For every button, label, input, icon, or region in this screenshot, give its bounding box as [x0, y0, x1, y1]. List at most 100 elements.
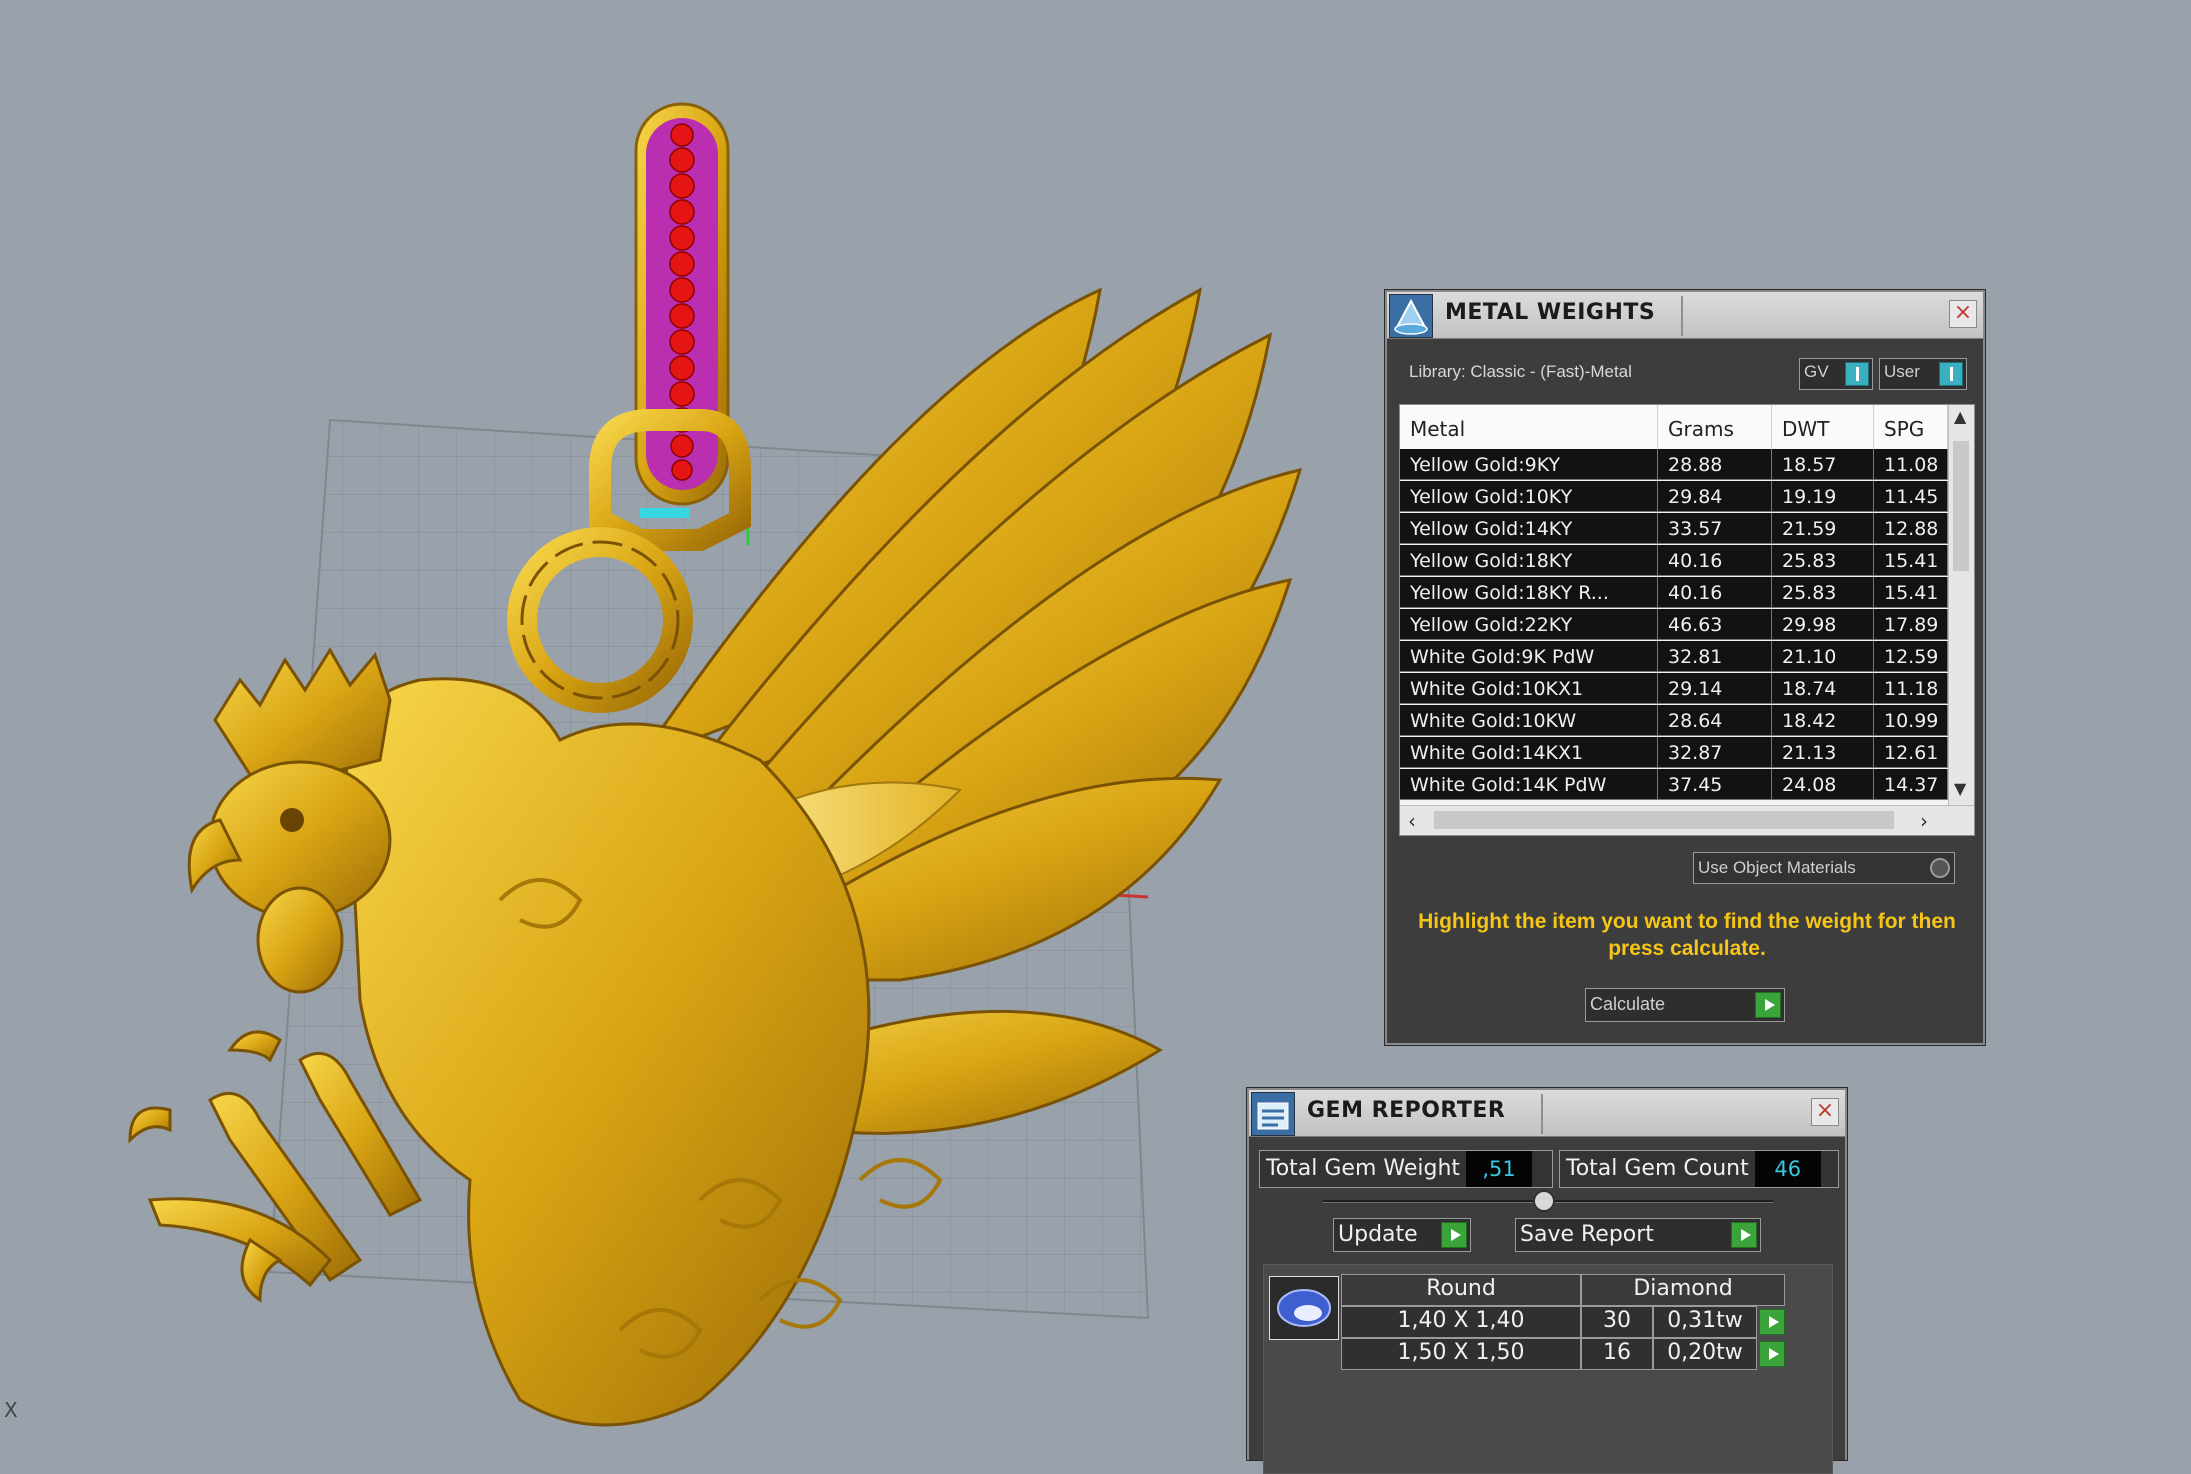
dwt-cell: 25.83	[1772, 577, 1874, 607]
user-toggle-label: User	[1884, 362, 1920, 381]
table-row[interactable]: Yellow Gold:18KY 40.16 25.83 15.41	[1400, 545, 1948, 576]
grams-cell: 37.45	[1658, 769, 1772, 799]
gem-reporter-titlebar[interactable]: GEM REPORTER ×	[1249, 1090, 1845, 1137]
gv-toggle[interactable]: GV	[1799, 358, 1873, 390]
dwt-cell: 24.08	[1772, 769, 1874, 799]
gem-count-cell: 30	[1581, 1306, 1653, 1338]
gv-toggle-knob-icon	[1845, 362, 1869, 386]
gem-count-cell: 16	[1581, 1338, 1653, 1370]
table-row[interactable]: White Gold:10KW 28.64 18.42 10.99	[1400, 705, 1948, 736]
metal-cell: Yellow Gold:14KY	[1400, 513, 1658, 543]
axis-x-label: X	[4, 1398, 18, 1422]
spg-cell: 12.88	[1874, 513, 1948, 543]
total-gem-count-value: 46	[1754, 1151, 1821, 1187]
table-row[interactable]: White Gold:14KX1 32.87 21.13 12.61	[1400, 737, 1948, 768]
spg-cell: 15.41	[1874, 545, 1948, 575]
metal-cell: Yellow Gold:10KY	[1400, 481, 1658, 511]
gem-reporter-panel: GEM REPORTER × Total Gem Weight ,51 Tota…	[1247, 1088, 1847, 1474]
metal-cell: White Gold:10KW	[1400, 705, 1658, 735]
use-object-materials-option[interactable]: Use Object Materials	[1693, 852, 1955, 884]
vertical-scroll-thumb[interactable]	[1953, 441, 1969, 571]
metal-weights-table[interactable]: Metal Grams DWT SPG Yellow Gold:9KY 28.8…	[1399, 404, 1975, 836]
grams-cell: 28.64	[1658, 705, 1772, 735]
dwt-cell: 19.19	[1772, 481, 1874, 511]
metal-weights-panel: METAL WEIGHTS × Library: Classic - (Fast…	[1385, 290, 1985, 1045]
grams-cell: 40.16	[1658, 545, 1772, 575]
grams-cell: 29.84	[1658, 481, 1772, 511]
table-row[interactable]: Yellow Gold:18KY R... 40.16 25.83 15.41	[1400, 577, 1948, 608]
gem-reporter-title: GEM REPORTER	[1307, 1098, 1506, 1123]
instruction-hint: Highlight the item you want to find the …	[1418, 910, 1956, 960]
column-header-spg[interactable]: SPG	[1874, 405, 1948, 449]
spg-cell: 11.18	[1874, 673, 1948, 703]
vertical-scrollbar[interactable]: ▲ ▼	[1948, 405, 1974, 805]
spg-cell: 14.37	[1874, 769, 1948, 799]
gv-toggle-label: GV	[1804, 362, 1829, 381]
scroll-right-icon[interactable]: ›	[1920, 809, 1928, 833]
dwt-cell: 25.83	[1772, 545, 1874, 575]
play-icon[interactable]	[1731, 1222, 1757, 1248]
dwt-cell: 21.13	[1772, 737, 1874, 767]
calculate-button[interactable]: Calculate	[1585, 988, 1785, 1022]
table-header: Metal Grams DWT SPG	[1400, 405, 1948, 449]
update-label: Update	[1338, 1222, 1418, 1247]
metal-cell: White Gold:10KX1	[1400, 673, 1658, 703]
scroll-up-icon[interactable]: ▲	[1954, 407, 1966, 426]
table-row[interactable]: Yellow Gold:22KY 46.63 29.98 17.89	[1400, 609, 1948, 640]
table-row[interactable]: 1,50 X 1,50 16 0,20tw	[1341, 1338, 1785, 1370]
metal-weights-close-icon[interactable]: ×	[1949, 300, 1977, 328]
spg-cell: 10.99	[1874, 705, 1948, 735]
metal-weights-app-icon	[1389, 294, 1433, 338]
column-header-metal[interactable]: Metal	[1400, 405, 1658, 449]
play-icon[interactable]	[1759, 1341, 1785, 1367]
play-icon[interactable]	[1755, 992, 1781, 1018]
horizontal-scrollbar[interactable]: ‹ ›	[1400, 805, 1974, 835]
grams-cell: 28.88	[1658, 449, 1772, 479]
grams-cell: 29.14	[1658, 673, 1772, 703]
column-header-grams[interactable]: Grams	[1658, 405, 1772, 449]
save-report-label: Save Report	[1520, 1222, 1654, 1247]
user-toggle[interactable]: User	[1879, 358, 1967, 390]
library-label: Library: Classic - (Fast)-Metal	[1409, 362, 1632, 381]
gem-shape-header: Round	[1341, 1274, 1581, 1306]
calculate-label: Calculate	[1590, 994, 1666, 1014]
metal-cell: White Gold:14K PdW	[1400, 769, 1658, 799]
grams-cell: 33.57	[1658, 513, 1772, 543]
table-row[interactable]: White Gold:9K PdW 32.81 21.10 12.59	[1400, 641, 1948, 672]
spg-cell: 12.61	[1874, 737, 1948, 767]
dwt-cell: 18.74	[1772, 673, 1874, 703]
dwt-cell: 21.10	[1772, 641, 1874, 671]
play-icon[interactable]	[1759, 1309, 1785, 1335]
title-divider	[1541, 1094, 1543, 1134]
metal-weights-titlebar[interactable]: METAL WEIGHTS ×	[1387, 292, 1983, 339]
gem-size-cell: 1,50 X 1,50	[1341, 1338, 1581, 1370]
gem-reporter-app-icon	[1251, 1092, 1295, 1136]
horizontal-scroll-thumb[interactable]	[1434, 811, 1894, 829]
panel-slider-handle[interactable]	[1533, 1190, 1555, 1212]
save-report-button[interactable]: Save Report	[1515, 1218, 1761, 1252]
dwt-cell: 21.59	[1772, 513, 1874, 543]
table-row[interactable]: 1,40 X 1,40 30 0,31tw	[1341, 1306, 1785, 1338]
spg-cell: 17.89	[1874, 609, 1948, 639]
table-row[interactable]: Yellow Gold:10KY 29.84 19.19 11.45	[1400, 481, 1948, 512]
table-row[interactable]: White Gold:14K PdW 37.45 24.08 14.37	[1400, 769, 1948, 800]
gem-size-cell: 1,40 X 1,40	[1341, 1306, 1581, 1338]
update-button[interactable]: Update	[1333, 1218, 1471, 1252]
total-gem-count: Total Gem Count 46	[1559, 1150, 1839, 1188]
table-row[interactable]: Yellow Gold:14KY 33.57 21.59 12.88	[1400, 513, 1948, 544]
spg-cell: 15.41	[1874, 577, 1948, 607]
gem-reporter-close-icon[interactable]: ×	[1811, 1098, 1839, 1126]
table-row[interactable]: Yellow Gold:9KY 28.88 18.57 11.08	[1400, 449, 1948, 480]
gem-type-header: Diamond	[1581, 1274, 1785, 1306]
spg-cell: 12.59	[1874, 641, 1948, 671]
dwt-cell: 29.98	[1772, 609, 1874, 639]
gem-weight-cell: 0,31tw	[1653, 1306, 1757, 1338]
scroll-left-icon[interactable]: ‹	[1408, 809, 1416, 833]
radio-icon[interactable]	[1930, 858, 1950, 878]
table-row[interactable]: White Gold:10KX1 29.14 18.74 11.18	[1400, 673, 1948, 704]
dwt-cell: 18.57	[1772, 449, 1874, 479]
column-header-dwt[interactable]: DWT	[1772, 405, 1874, 449]
dwt-cell: 18.42	[1772, 705, 1874, 735]
play-icon[interactable]	[1441, 1222, 1467, 1248]
scroll-down-icon[interactable]: ▼	[1954, 779, 1966, 798]
